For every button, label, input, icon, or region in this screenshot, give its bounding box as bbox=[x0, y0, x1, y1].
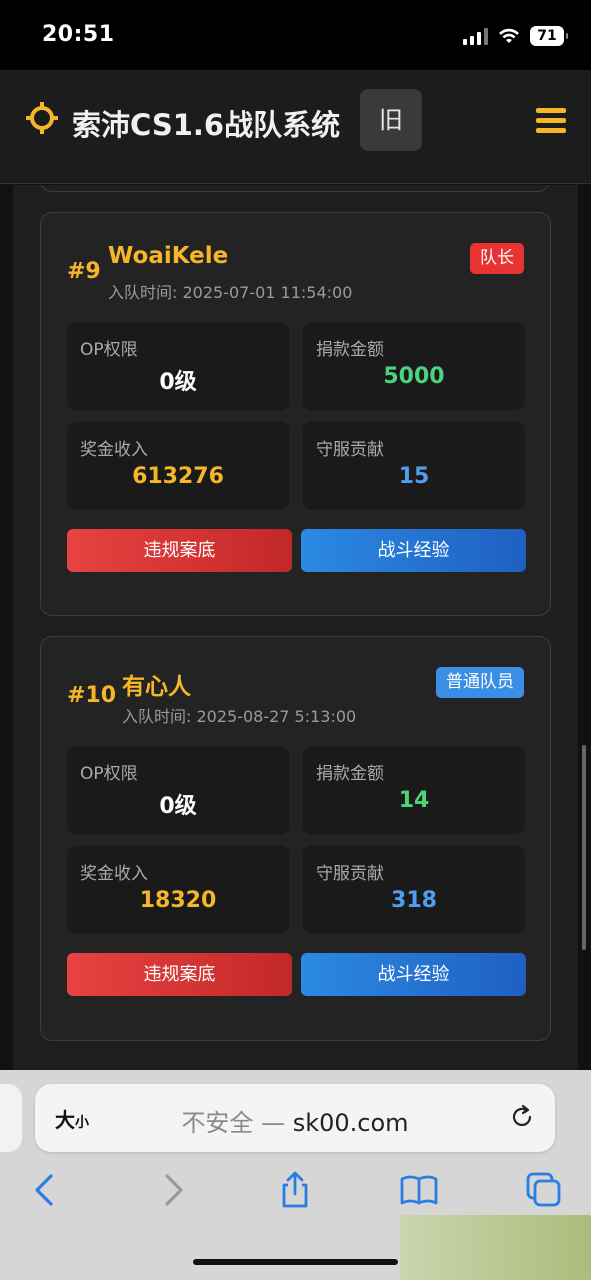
stat-value: 0级 bbox=[159, 794, 197, 819]
stat-label: 守服贡献 bbox=[316, 864, 384, 884]
crosshair-logo-icon bbox=[26, 102, 58, 134]
insecure-label: 不安全 — bbox=[181, 1109, 286, 1137]
wifi-icon bbox=[499, 28, 519, 43]
menu-icon[interactable] bbox=[536, 108, 566, 134]
stat-op-level: OP权限 0级 bbox=[67, 746, 289, 834]
url-display[interactable]: 不安全 — sk00.com bbox=[35, 1103, 555, 1138]
stat-label: OP权限 bbox=[80, 340, 138, 360]
stat-label: 奖金收入 bbox=[80, 440, 148, 460]
stat-donation: 捐款金额 14 bbox=[303, 746, 525, 834]
back-icon[interactable] bbox=[25, 1170, 65, 1210]
reload-icon[interactable] bbox=[509, 1104, 535, 1130]
violation-record-button[interactable]: 违规案底 bbox=[67, 953, 292, 996]
tabs-icon[interactable] bbox=[524, 1170, 564, 1210]
member-card: #10 有心人 入队时间: 2025-08-27 5:13:00 普通队员 OP… bbox=[40, 636, 551, 1041]
stat-label: 捐款金额 bbox=[316, 340, 384, 360]
stat-value: 14 bbox=[398, 788, 430, 813]
stat-value: 613276 bbox=[132, 464, 224, 489]
forward-icon[interactable] bbox=[153, 1170, 193, 1210]
bookmarks-icon[interactable] bbox=[399, 1170, 439, 1210]
join-time: 入队时间: 2025-07-01 11:54:00 bbox=[108, 283, 353, 302]
member-rank: #9 bbox=[67, 259, 101, 284]
app-header: 索沛CS1.6战队系统 旧 bbox=[0, 70, 591, 184]
home-indicator bbox=[193, 1259, 398, 1265]
app-title: 索沛CS1.6战队系统 bbox=[72, 108, 341, 142]
member-list: #9 WoaiKele 入队时间: 2025-07-01 11:54:00 队长… bbox=[13, 185, 578, 1070]
stat-server-contribution: 守服贡献 318 bbox=[303, 846, 525, 934]
stat-value: 15 bbox=[398, 464, 430, 489]
member-rank: #10 bbox=[67, 683, 117, 708]
battle-experience-button[interactable]: 战斗经验 bbox=[301, 953, 526, 996]
violation-record-button[interactable]: 违规案底 bbox=[67, 529, 292, 572]
battle-experience-button[interactable]: 战斗经验 bbox=[301, 529, 526, 572]
share-icon[interactable] bbox=[275, 1170, 315, 1210]
stat-donation: 捐款金额 5000 bbox=[303, 322, 525, 410]
stat-bonus: 奖金收入 613276 bbox=[67, 422, 289, 510]
member-name: 有心人 bbox=[122, 674, 191, 700]
address-bar[interactable]: 大小 不安全 — sk00.com bbox=[35, 1084, 555, 1152]
stat-server-contribution: 守服贡献 15 bbox=[303, 422, 525, 510]
member-card: #9 WoaiKele 入队时间: 2025-07-01 11:54:00 队长… bbox=[40, 212, 551, 616]
member-name: WoaiKele bbox=[108, 243, 229, 269]
battery-indicator: 71 bbox=[530, 26, 568, 46]
stat-value: 18320 bbox=[139, 888, 217, 913]
domain-text: sk00.com bbox=[292, 1109, 409, 1137]
status-bar: 20:51 71 bbox=[0, 0, 591, 70]
stat-label: 守服贡献 bbox=[316, 440, 384, 460]
signal-icon bbox=[463, 28, 489, 45]
site-watermark bbox=[400, 1215, 591, 1280]
stat-label: OP权限 bbox=[80, 764, 138, 784]
join-time: 入队时间: 2025-08-27 5:13:00 bbox=[122, 707, 357, 726]
stat-label: 捐款金额 bbox=[316, 764, 384, 784]
role-badge: 普通队员 bbox=[436, 667, 524, 698]
stat-bonus: 奖金收入 18320 bbox=[67, 846, 289, 934]
scrollbar[interactable] bbox=[582, 745, 586, 950]
stat-value: 5000 bbox=[383, 364, 445, 389]
stat-value: 0级 bbox=[159, 370, 197, 395]
previous-card bbox=[40, 185, 550, 192]
old-version-button[interactable]: 旧 bbox=[360, 89, 422, 151]
stat-op-level: OP权限 0级 bbox=[67, 322, 289, 410]
stat-label: 奖金收入 bbox=[80, 864, 148, 884]
previous-tab[interactable] bbox=[0, 1084, 22, 1152]
stat-value: 318 bbox=[391, 888, 437, 913]
role-badge: 队长 bbox=[470, 243, 524, 274]
status-time: 20:51 bbox=[42, 22, 115, 47]
